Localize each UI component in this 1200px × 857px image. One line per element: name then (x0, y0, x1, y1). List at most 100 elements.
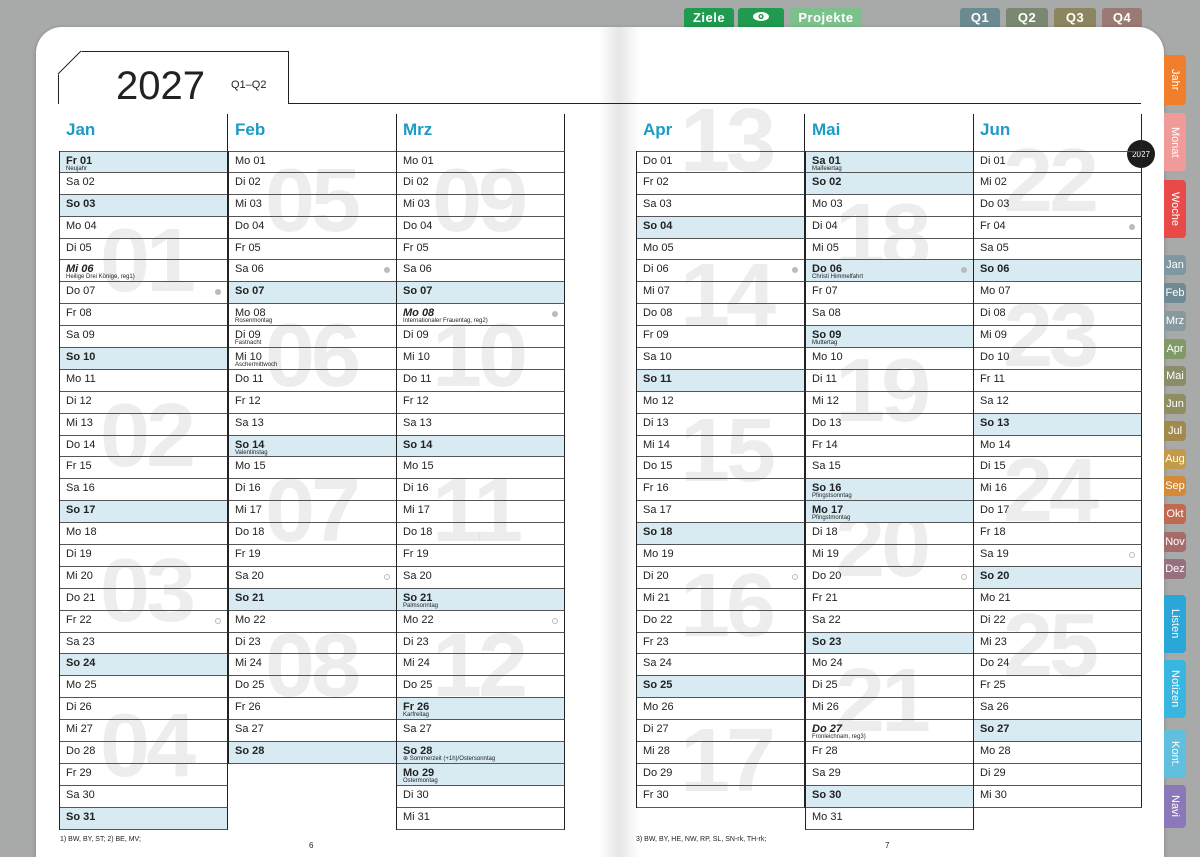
month-header[interactable]: Mrz (396, 114, 565, 151)
day-row[interactable]: Fr 23 (636, 632, 805, 655)
day-row[interactable]: Sa 13 (396, 413, 565, 436)
side-tab-jul[interactable]: Jul (1164, 421, 1186, 441)
tab-projekte[interactable]: Projekte (790, 8, 862, 27)
day-row[interactable]: So 24 (59, 654, 228, 677)
day-row[interactable]: Mi 17 (228, 501, 397, 524)
day-row[interactable]: Mo 05 (636, 238, 805, 261)
day-row[interactable]: So 28 ⊕ Sommerzeit (+1h)/Ostersonntag (396, 742, 565, 764)
day-row[interactable]: Mi 09 (973, 326, 1142, 349)
day-row[interactable]: Di 15 (973, 457, 1142, 480)
day-row[interactable]: Fr 21 (805, 588, 974, 611)
day-row[interactable]: Mo 08 Internationaler Frauentag, reg2) (396, 304, 565, 327)
day-row[interactable]: Fr 29 (59, 763, 228, 786)
day-row[interactable]: Mi 02 (973, 172, 1142, 195)
day-row[interactable]: So 20 (973, 566, 1142, 589)
tab-q1[interactable]: Q1 (960, 8, 1000, 27)
month-header[interactable]: Feb (228, 114, 397, 151)
day-row[interactable]: Sa 23 (59, 632, 228, 655)
day-row[interactable]: So 16 Pfingstsonntag (805, 479, 974, 502)
day-row[interactable]: Mo 25 (59, 676, 228, 699)
day-row[interactable]: Do 25 (228, 676, 397, 699)
day-row[interactable]: So 10 (59, 348, 228, 370)
day-row[interactable]: Di 11 (805, 369, 974, 392)
day-row[interactable]: Mi 26 (805, 698, 974, 721)
day-row[interactable]: Fr 09 (636, 326, 805, 349)
day-row[interactable]: Mo 08 Rosenmontag (228, 304, 397, 327)
day-row[interactable]: Sa 15 (805, 457, 974, 480)
day-row[interactable]: Mi 24 (228, 654, 397, 677)
day-row[interactable]: Fr 22 (59, 610, 228, 633)
day-row[interactable]: Mi 28 (636, 742, 805, 764)
side-tab-aug[interactable]: Aug (1164, 449, 1186, 469)
day-row[interactable]: Do 08 (636, 304, 805, 327)
day-row[interactable]: Do 22 (636, 610, 805, 633)
day-row[interactable]: Di 12 (59, 391, 228, 414)
day-row[interactable]: So 31 (59, 807, 228, 830)
day-row[interactable]: So 25 (636, 676, 805, 699)
day-row[interactable]: Do 18 (228, 523, 397, 546)
day-row[interactable]: Fr 04 (973, 216, 1142, 239)
day-row[interactable]: Sa 30 (59, 785, 228, 808)
day-row[interactable]: So 28 (228, 742, 397, 764)
side-tab-mrz[interactable]: Mrz (1164, 311, 1186, 331)
day-row[interactable]: Fr 01 Neujahr (59, 151, 228, 173)
day-row[interactable]: Mi 07 (636, 282, 805, 305)
day-row[interactable]: Do 11 (228, 369, 397, 392)
day-row[interactable]: So 18 (636, 523, 805, 546)
day-row[interactable]: Do 25 (396, 676, 565, 699)
day-row[interactable]: Sa 10 (636, 348, 805, 370)
side-tab-mai[interactable]: Mai (1164, 366, 1186, 386)
day-row[interactable]: So 13 (973, 413, 1142, 436)
day-row[interactable]: Mo 15 (228, 457, 397, 480)
day-row[interactable]: So 30 (805, 785, 974, 808)
side-tab-apr[interactable]: Apr (1164, 339, 1186, 359)
day-row[interactable]: Mo 21 (973, 588, 1142, 611)
side-tab-nov[interactable]: Nov (1164, 532, 1186, 552)
day-row[interactable]: Sa 27 (396, 720, 565, 743)
side-tab-monat[interactable]: Monat (1164, 113, 1186, 171)
day-row[interactable]: Do 24 (973, 654, 1142, 677)
tab-vision[interactable] (738, 8, 784, 27)
day-row[interactable]: Mi 10 Aschermittwoch (228, 348, 397, 370)
day-row[interactable]: Sa 05 (973, 238, 1142, 261)
day-row[interactable]: Do 07 (59, 282, 228, 305)
day-row[interactable]: Sa 19 (973, 545, 1142, 567)
day-row[interactable]: Sa 20 (228, 566, 397, 589)
day-row[interactable]: Mo 03 (805, 194, 974, 217)
day-row[interactable]: Mi 03 (396, 194, 565, 217)
day-row[interactable]: Do 17 (973, 501, 1142, 524)
side-tab-listen[interactable]: Listen (1164, 595, 1186, 653)
day-row[interactable]: Sa 29 (805, 763, 974, 786)
day-row[interactable]: Mi 14 (636, 435, 805, 458)
day-row[interactable]: Di 16 (228, 479, 397, 502)
day-row[interactable]: Do 04 (396, 216, 565, 239)
day-row[interactable]: Fr 05 (228, 238, 397, 261)
day-row[interactable]: Mi 27 (59, 720, 228, 743)
day-row[interactable]: Sa 24 (636, 654, 805, 677)
day-row[interactable]: Mo 17 Pfingstmontag (805, 501, 974, 524)
day-row[interactable]: Fr 30 (636, 785, 805, 808)
day-row[interactable]: Mo 19 (636, 545, 805, 567)
day-row[interactable]: Sa 22 (805, 610, 974, 633)
day-row[interactable]: Do 20 (805, 566, 974, 589)
day-row[interactable]: Mi 21 (636, 588, 805, 611)
day-row[interactable]: Do 28 (59, 742, 228, 764)
day-row[interactable]: Di 23 (228, 632, 397, 655)
day-row[interactable]: So 11 (636, 369, 805, 392)
day-row[interactable]: Mo 10 (805, 348, 974, 370)
day-row[interactable]: Mo 11 (59, 369, 228, 392)
day-row[interactable]: Do 13 (805, 413, 974, 436)
side-tab-jan[interactable]: Jan (1164, 255, 1186, 275)
day-row[interactable]: Fr 26 Karfreitag (396, 698, 565, 721)
day-row[interactable]: So 02 (805, 172, 974, 195)
day-row[interactable]: Sa 06 (228, 260, 397, 283)
day-row[interactable]: Do 18 (396, 523, 565, 546)
month-header[interactable]: Mai (805, 114, 974, 151)
day-row[interactable]: Do 21 (59, 588, 228, 611)
day-row[interactable]: Do 06 Christi Himmelfahrt (805, 260, 974, 283)
day-row[interactable]: Do 04 (228, 216, 397, 239)
side-tab-notizen[interactable]: Notizen (1164, 660, 1186, 718)
day-row[interactable]: Mo 12 (636, 391, 805, 414)
day-row[interactable]: Fr 08 (59, 304, 228, 327)
day-row[interactable]: Di 18 (805, 523, 974, 546)
